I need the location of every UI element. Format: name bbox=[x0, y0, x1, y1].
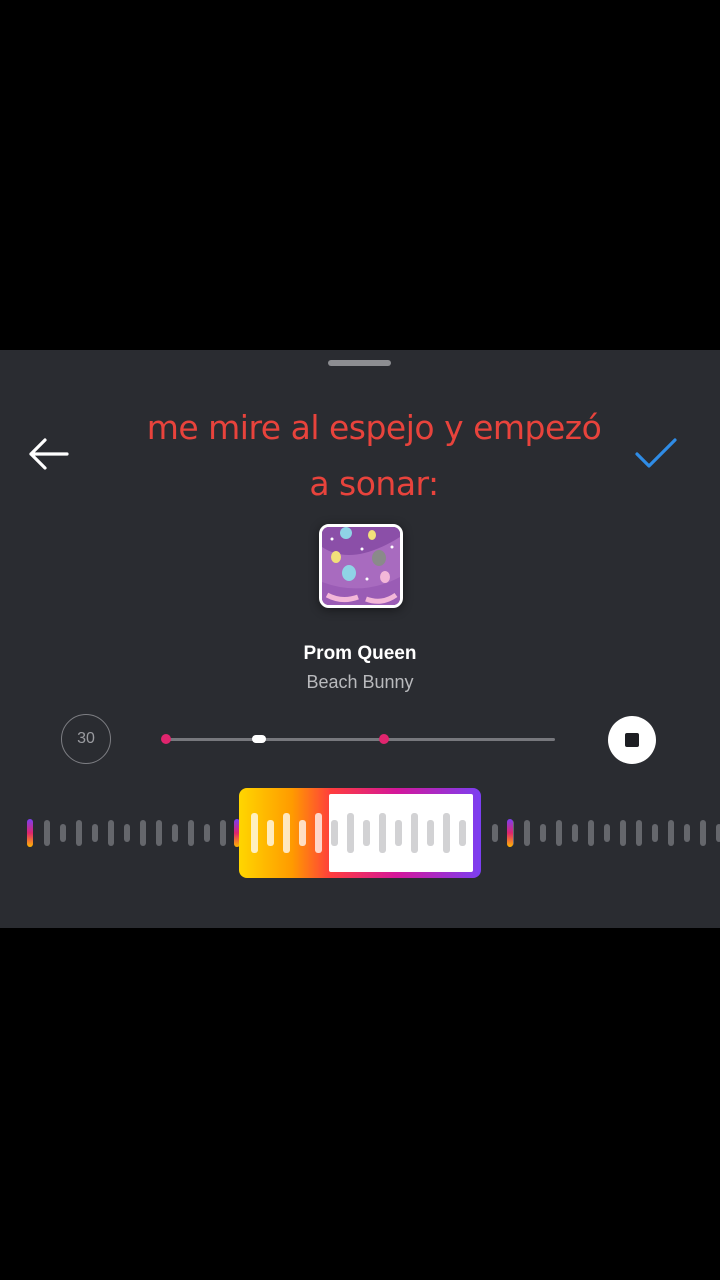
selected-waveform-bar bbox=[315, 813, 322, 853]
selected-waveform-bar bbox=[251, 813, 258, 853]
done-button[interactable] bbox=[628, 428, 684, 480]
waveform-bar bbox=[60, 824, 66, 842]
waveform-bar bbox=[76, 820, 82, 846]
selected-waveform-bar bbox=[443, 813, 450, 853]
selected-waveform-bar bbox=[379, 813, 386, 853]
selected-waveform-bar bbox=[267, 820, 274, 846]
waveform-bar bbox=[492, 824, 498, 842]
waveform-bar bbox=[668, 820, 674, 846]
seek-marker bbox=[378, 734, 389, 744]
waveform-bar bbox=[540, 824, 546, 842]
selected-waveform-bar bbox=[363, 820, 370, 846]
waveform-bar bbox=[156, 820, 162, 846]
waveform-bar bbox=[700, 820, 706, 846]
waveform-marker bbox=[507, 819, 513, 847]
caption-line-2: a sonar: bbox=[309, 464, 439, 503]
artist-name: Beach Bunny bbox=[306, 672, 414, 692]
waveform-bar bbox=[124, 824, 130, 842]
caption-overlay[interactable]: me mire al espejo y empezó a sonar: bbox=[110, 400, 638, 512]
waveform-bar bbox=[524, 820, 530, 846]
waveform-bar bbox=[716, 824, 720, 842]
selected-waveform-bar bbox=[299, 820, 306, 846]
waveform-bar bbox=[44, 820, 50, 846]
waveform-bar bbox=[572, 824, 578, 842]
song-title: Prom Queen bbox=[303, 643, 417, 664]
clip-selector[interactable] bbox=[239, 788, 481, 878]
waveform-bar bbox=[220, 820, 226, 846]
sheet-drag-handle[interactable] bbox=[328, 360, 391, 366]
selected-waveform-bar bbox=[411, 813, 418, 853]
waveform-bar bbox=[204, 824, 210, 842]
waveform-bar bbox=[556, 820, 562, 846]
check-icon bbox=[635, 438, 677, 468]
seek-bar[interactable] bbox=[161, 734, 555, 744]
caption-line-1: me mire al espejo y empezó bbox=[146, 408, 602, 447]
arrow-left-icon bbox=[29, 438, 69, 470]
waveform-bar bbox=[588, 820, 594, 846]
seek-marker bbox=[161, 734, 171, 744]
selected-waveform-bar bbox=[283, 813, 290, 853]
waveform-bar bbox=[172, 824, 178, 842]
stop-icon bbox=[625, 733, 639, 747]
waveform-bar bbox=[92, 824, 98, 842]
waveform-bar bbox=[604, 824, 610, 842]
selected-waveform-bar bbox=[347, 813, 354, 853]
waveform-bar bbox=[188, 820, 194, 846]
selected-waveform-bar bbox=[395, 820, 402, 846]
album-cover bbox=[319, 524, 403, 608]
duration-label: 30 bbox=[77, 730, 95, 747]
back-button[interactable] bbox=[22, 430, 74, 478]
selected-waveform-bar bbox=[459, 820, 466, 846]
waveform-bar bbox=[140, 820, 146, 846]
waveform-bar bbox=[684, 824, 690, 842]
seek-thumb[interactable] bbox=[252, 735, 267, 743]
selected-waveform-bar bbox=[331, 820, 338, 846]
waveform-marker bbox=[27, 819, 33, 847]
stop-button[interactable] bbox=[608, 716, 656, 764]
waveform-bar bbox=[652, 824, 658, 842]
selected-waveform-bar bbox=[427, 820, 434, 846]
waveform-bar bbox=[620, 820, 626, 846]
waveform-bar bbox=[108, 820, 114, 846]
music-picker-sheet: me mire al espejo y empezó a sonar: Prom… bbox=[0, 350, 720, 928]
waveform-bar bbox=[636, 820, 642, 846]
clip-duration-button[interactable]: 30 bbox=[61, 714, 111, 764]
